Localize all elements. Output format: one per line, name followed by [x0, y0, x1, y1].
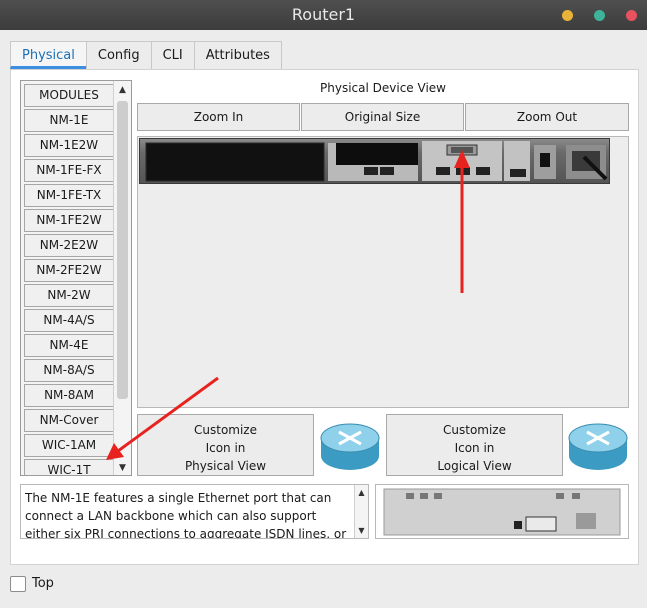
original-size-button[interactable]: Original Size — [301, 103, 464, 131]
customize-physical-line-3: Physical View — [184, 459, 267, 473]
module-item[interactable]: WIC-1T — [24, 459, 114, 475]
modules-scrollbar[interactable]: ▲ ▼ — [113, 81, 131, 475]
customize-physical-line-1: Customize — [194, 423, 257, 437]
module-item[interactable]: NM-2E2W — [24, 234, 114, 257]
scroll-up-icon[interactable]: ▲ — [355, 486, 368, 500]
module-description: The NM-1E features a single Ethernet por… — [20, 484, 369, 539]
customize-logical-line-1: Customize — [443, 423, 506, 437]
tab-attributes[interactable]: Attributes — [193, 41, 282, 69]
module-preview — [375, 484, 629, 539]
tab-config[interactable]: Config — [85, 41, 152, 69]
tab-cli[interactable]: CLI — [150, 41, 195, 69]
module-item[interactable]: WIC-1AM — [24, 434, 114, 457]
zoom-out-button[interactable]: Zoom Out — [465, 103, 629, 131]
tab-bar: Physical Config CLI Attributes — [10, 41, 282, 69]
maximize-button[interactable] — [594, 10, 605, 21]
minimize-button[interactable] — [562, 10, 573, 21]
module-description-text: The NM-1E features a single Ethernet por… — [25, 491, 347, 539]
title-bar: Router1 — [0, 0, 647, 30]
description-scrollbar[interactable]: ▲ ▼ — [354, 485, 368, 538]
module-item[interactable]: NM-1FE-TX — [24, 184, 114, 207]
module-item[interactable]: NM-8AM — [24, 384, 114, 407]
module-preview-image — [383, 488, 621, 536]
modules-list[interactable]: MODULES NM-1E NM-1E2W NM-1FE-FX NM-1FE-T… — [20, 80, 132, 476]
top-checkbox-label: Top — [32, 576, 54, 591]
scroll-down-icon[interactable]: ▼ — [355, 524, 368, 538]
device-view-canvas[interactable] — [137, 136, 629, 408]
close-button[interactable] — [626, 10, 637, 21]
module-item[interactable]: NM-4E — [24, 334, 114, 357]
router-chassis-graphic — [145, 141, 608, 182]
tab-physical[interactable]: Physical — [10, 41, 87, 69]
module-item[interactable]: NM-2W — [24, 284, 114, 307]
router-icon — [568, 423, 628, 470]
module-item[interactable]: NM-8A/S — [24, 359, 114, 382]
module-item[interactable]: NM-Cover — [24, 409, 114, 432]
customize-physical-line-2: Icon in — [205, 441, 246, 455]
scrollbar-thumb[interactable] — [117, 101, 128, 399]
module-item[interactable]: NM-2FE2W — [24, 259, 114, 282]
device-view-title: Physical Device View — [320, 81, 446, 95]
customize-logical-line-2: Icon in — [454, 441, 495, 455]
scroll-down-icon[interactable]: ▼ — [114, 461, 131, 475]
scroll-up-icon[interactable]: ▲ — [114, 83, 131, 97]
window-title: Router1 — [291, 5, 356, 24]
customize-logical-line-3: Logical View — [437, 459, 512, 473]
customize-physical-icon-button[interactable]: Customize Icon in Physical View — [137, 414, 314, 476]
router-icon — [320, 423, 380, 470]
modules-header: MODULES — [24, 84, 114, 107]
router-chassis-image — [139, 138, 610, 184]
zoom-in-button[interactable]: Zoom In — [137, 103, 300, 131]
module-item[interactable]: NM-1FE-FX — [24, 159, 114, 182]
customize-logical-icon-button[interactable]: Customize Icon in Logical View — [386, 414, 563, 476]
top-checkbox[interactable] — [10, 576, 26, 592]
module-item[interactable]: NM-1FE2W — [24, 209, 114, 232]
module-item[interactable]: NM-1E — [24, 109, 114, 132]
module-item[interactable]: NM-4A/S — [24, 309, 114, 332]
module-item[interactable]: NM-1E2W — [24, 134, 114, 157]
